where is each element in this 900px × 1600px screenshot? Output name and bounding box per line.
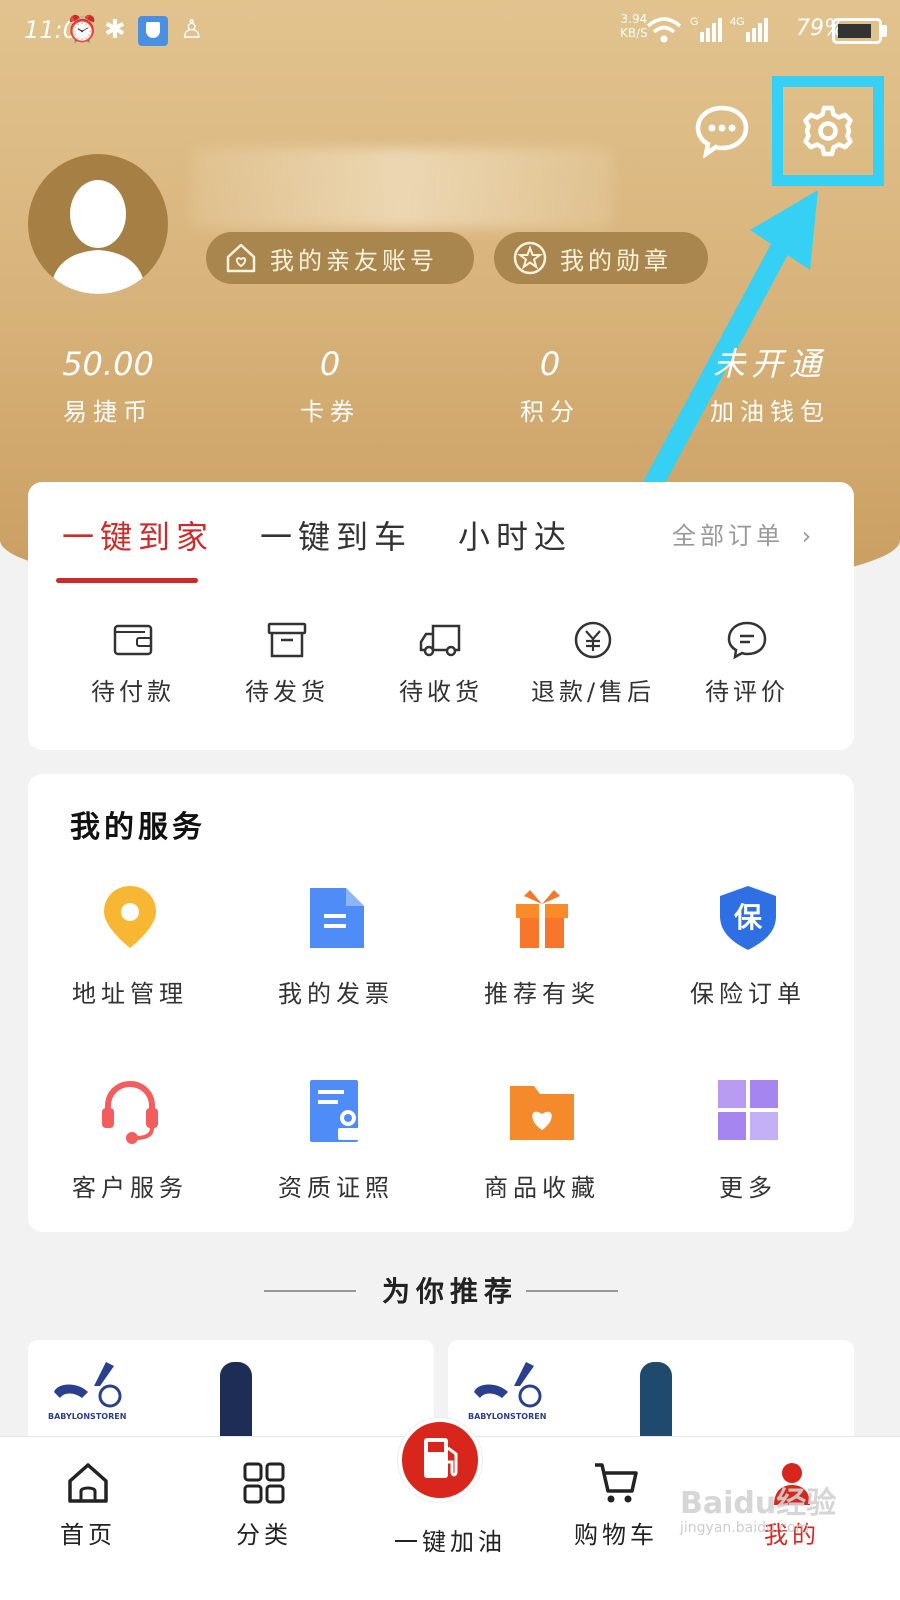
- wine-bottle-image: [220, 1362, 252, 1440]
- chevron-right-icon: ›: [801, 522, 816, 550]
- wifi-icon: [646, 17, 682, 43]
- orders-card: 一键到家 一键到车 小时达 全部订单 › 待付款 待发货 待收货 退款/售后 待…: [28, 482, 854, 750]
- certificate-icon: [310, 1080, 360, 1142]
- service-insurance-orders[interactable]: 保 保险订单: [648, 882, 848, 1009]
- friends-account-label: 我的亲友账号: [270, 246, 438, 275]
- watermark-url: jingyan.baidu.com: [680, 1520, 810, 1536]
- medal-star-icon: [513, 241, 547, 275]
- services-title: 我的服务: [70, 810, 206, 845]
- brand-name: BABYLONSTOREN: [48, 1412, 127, 1421]
- stat-coupons[interactable]: 0 卡券: [230, 342, 430, 430]
- fuel-label: 一键加油: [394, 1528, 506, 1556]
- friends-account-button[interactable]: 我的亲友账号: [206, 232, 474, 284]
- watermark: Baidu经验: [680, 1486, 837, 1521]
- message-button[interactable]: [694, 102, 750, 160]
- box-icon: [267, 622, 307, 658]
- nav-home[interactable]: 首页: [28, 1459, 148, 1550]
- service-invoice[interactable]: 我的发票: [236, 882, 436, 1009]
- stat-fuel-wallet[interactable]: 未开通 加油钱包: [670, 342, 870, 430]
- svg-text:4G: 4G: [730, 16, 745, 28]
- default-avatar-icon: [50, 180, 146, 294]
- wallet-icon: [113, 624, 153, 656]
- qq-icon: ♙: [180, 15, 204, 45]
- svg-text:保: 保: [734, 901, 763, 934]
- location-icon: [104, 886, 156, 948]
- invoice-icon: [310, 888, 364, 948]
- order-pending-review[interactable]: 待评价: [672, 620, 822, 707]
- stat-yijie-coin[interactable]: 50.00 易捷币: [8, 342, 208, 430]
- service-customer-support[interactable]: 客户服务: [30, 1076, 230, 1203]
- fuel-button[interactable]: [398, 1418, 482, 1502]
- nav-category[interactable]: 分类: [204, 1459, 324, 1550]
- status-bar: 11:09 ⏰ ✱ ♙ 3.94 KB/S G 4G 79%: [0, 0, 900, 64]
- shield-app-icon: [138, 16, 168, 46]
- username-blurred: [192, 148, 612, 228]
- stat-points[interactable]: 0 积分: [450, 342, 650, 430]
- tab-delivery-car[interactable]: 一键到车: [260, 512, 412, 558]
- chat-bubble-icon: [695, 105, 749, 160]
- active-tab-indicator: [56, 578, 198, 583]
- my-medals-label: 我的勋章: [560, 246, 672, 275]
- alarm-icon: ⏰: [66, 15, 99, 45]
- services-card: 我的服务 地址管理 我的发票 推荐有奖 保 保险订单 客户服务 资质证照 商品收…: [28, 774, 854, 1232]
- order-pending-shipment[interactable]: 待发货: [212, 620, 362, 707]
- brand-name: BABYLONSTOREN: [468, 1412, 547, 1421]
- divider-right: [526, 1290, 618, 1292]
- service-address[interactable]: 地址管理: [30, 882, 230, 1009]
- tab-hourly-delivery[interactable]: 小时达: [458, 512, 572, 558]
- comment-icon: [727, 621, 767, 660]
- service-favorites[interactable]: 商品收藏: [442, 1076, 642, 1203]
- headset-icon: [102, 1080, 158, 1144]
- service-certificates[interactable]: 资质证照: [236, 1076, 436, 1203]
- cart-icon: [595, 1463, 638, 1503]
- svg-text:G: G: [690, 16, 699, 28]
- service-referral-reward[interactable]: 推荐有奖: [442, 882, 642, 1009]
- category-icon: [243, 1462, 285, 1504]
- avatar[interactable]: [28, 154, 168, 294]
- signal-g-icon: G: [690, 16, 722, 42]
- my-medals-button[interactable]: 我的勋章: [494, 232, 708, 284]
- nav-cart[interactable]: 购物车: [556, 1459, 676, 1550]
- battery-icon: [832, 18, 882, 44]
- order-refund-aftersale[interactable]: 退款/售后: [518, 620, 668, 707]
- insurance-icon: 保: [720, 886, 776, 950]
- order-pending-receipt[interactable]: 待收货: [366, 620, 516, 707]
- tab-delivery-home[interactable]: 一键到家: [62, 512, 214, 558]
- truck-icon: [419, 624, 461, 657]
- bluetooth-icon: ✱: [104, 15, 126, 45]
- recommend-title: 为你推荐: [381, 1275, 518, 1308]
- signal-4g-icon: 4G: [730, 16, 768, 42]
- service-more[interactable]: 更多: [648, 1076, 848, 1203]
- order-pending-payment[interactable]: 待付款: [58, 620, 208, 707]
- settings-button[interactable]: [772, 76, 884, 186]
- wine-bottle-image: [640, 1362, 672, 1440]
- net-speed: 3.94 KB/S: [620, 12, 648, 40]
- favorite-folder-icon: [510, 1086, 574, 1140]
- gear-icon: [803, 105, 853, 157]
- yuan-icon: [574, 621, 612, 659]
- home-heart-icon: [226, 243, 256, 273]
- grid-more-icon: [718, 1080, 778, 1140]
- product-card[interactable]: BABYLONSTOREN: [448, 1340, 854, 1440]
- home-icon: [68, 1463, 108, 1503]
- product-card[interactable]: BABYLONSTOREN: [28, 1340, 434, 1440]
- gift-icon: [516, 890, 568, 948]
- fuel-pump-icon: [424, 1438, 458, 1478]
- all-orders-link[interactable]: 全部订单 ›: [672, 516, 815, 551]
